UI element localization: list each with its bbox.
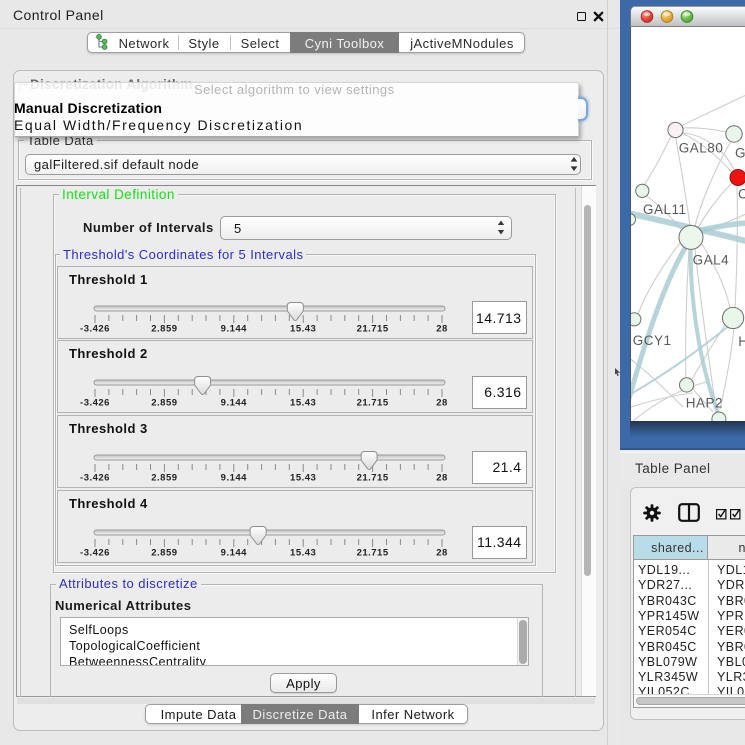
svg-text:21.715: 21.715 — [357, 548, 389, 559]
svg-text:H: H — [738, 334, 745, 349]
svg-text:28: 28 — [436, 323, 448, 334]
svg-text:15.43: 15.43 — [290, 323, 316, 334]
svg-text:GAL4: GAL4 — [693, 252, 730, 267]
svg-text:15.43: 15.43 — [290, 473, 316, 484]
svg-text:2.859: 2.859 — [151, 473, 177, 484]
svg-text:21.715: 21.715 — [357, 473, 389, 484]
svg-text:-3.426: -3.426 — [80, 398, 110, 409]
svg-text:-3.426: -3.426 — [80, 473, 110, 484]
svg-text:-3.426: -3.426 — [80, 323, 110, 334]
svg-text:-3.426: -3.426 — [80, 548, 110, 559]
svg-text:2.859: 2.859 — [151, 323, 177, 334]
svg-text:9.144: 9.144 — [221, 398, 247, 409]
svg-text:GA: GA — [735, 146, 745, 161]
svg-text:GCY1: GCY1 — [633, 333, 672, 348]
svg-text:15.43: 15.43 — [290, 548, 316, 559]
svg-text:9.144: 9.144 — [221, 473, 247, 484]
svg-text:15.43: 15.43 — [290, 398, 316, 409]
svg-text:C: C — [738, 187, 745, 202]
svg-text:28: 28 — [436, 473, 448, 484]
svg-text:9.144: 9.144 — [221, 548, 247, 559]
svg-text:GAL80: GAL80 — [679, 141, 724, 156]
svg-text:9.144: 9.144 — [221, 323, 247, 334]
svg-text:GAL11: GAL11 — [643, 202, 687, 217]
svg-text:2.859: 2.859 — [151, 398, 177, 409]
svg-text:21.715: 21.715 — [357, 398, 389, 409]
svg-text:21.715: 21.715 — [357, 323, 389, 334]
svg-text:28: 28 — [436, 398, 448, 409]
svg-text:HAP2: HAP2 — [686, 396, 723, 411]
svg-text:28: 28 — [436, 548, 448, 559]
svg-text:2.859: 2.859 — [151, 548, 177, 559]
